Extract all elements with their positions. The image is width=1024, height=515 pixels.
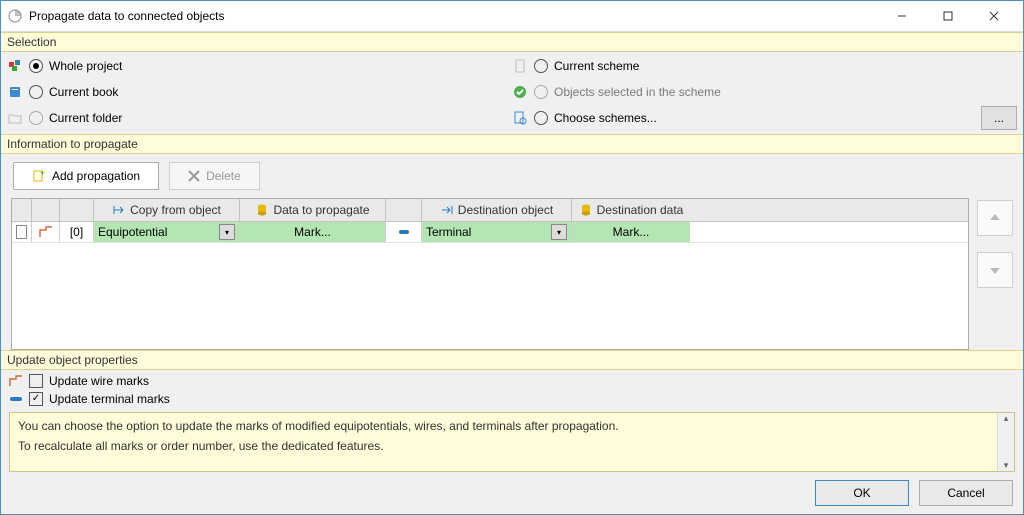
arrow-right-start-icon — [112, 203, 126, 217]
col-type — [32, 199, 60, 221]
dropdown-icon[interactable]: ▾ — [551, 224, 567, 240]
radio-objects-selected — [534, 85, 548, 99]
radio-current-scheme[interactable] — [534, 59, 548, 73]
cell-dest-icon — [386, 222, 422, 242]
grid-header: Copy from object Data to propagate Desti… — [12, 199, 968, 222]
add-propagation-button[interactable]: + Add propagation — [13, 162, 159, 190]
app-icon — [7, 8, 23, 24]
selection-area: Whole project Current book Current folde… — [1, 52, 1023, 134]
label-current-scheme: Current scheme — [554, 59, 639, 73]
search-document-icon — [512, 110, 528, 126]
dialog-window: Propagate data to connected objects Sele… — [0, 0, 1024, 515]
add-propagation-label: Add propagation — [52, 169, 140, 183]
terminal-icon — [9, 395, 23, 403]
titlebar: Propagate data to connected objects — [1, 1, 1023, 32]
database-icon — [579, 203, 593, 217]
selection-header: Selection — [1, 32, 1023, 52]
col-copy-from[interactable]: Copy from object — [94, 199, 240, 221]
add-icon: + — [32, 169, 46, 183]
ellipsis-label: ... — [994, 111, 1004, 125]
col-copy-from-label: Copy from object — [130, 203, 221, 217]
dialog-footer: OK Cancel — [1, 472, 1023, 514]
cell-copy-from[interactable]: Equipotential ▾ — [94, 222, 240, 242]
col-data-to-prop[interactable]: Data to propagate — [240, 199, 386, 221]
project-icon — [7, 58, 23, 74]
col-dest-data[interactable]: Destination data — [572, 199, 690, 221]
cell-data-to-prop-value: Mark... — [294, 225, 331, 239]
window-title: Propagate data to connected objects — [29, 9, 879, 23]
wire-icon — [9, 375, 23, 387]
propagation-grid[interactable]: Copy from object Data to propagate Desti… — [11, 198, 969, 350]
col-dest-data-label: Destination data — [597, 203, 684, 217]
notice-line1: You can choose the option to update the … — [18, 419, 1006, 433]
database-icon — [255, 203, 269, 217]
cell-dest-data-value: Mark... — [613, 225, 650, 239]
update-area: Update wire marks Update terminal marks — [1, 370, 1023, 412]
col-index — [60, 199, 94, 221]
update-header: Update object properties — [1, 350, 1023, 370]
label-choose-schemes: Choose schemes... — [554, 111, 657, 125]
window-buttons — [879, 2, 1017, 30]
label-objects-selected: Objects selected in the scheme — [554, 85, 721, 99]
arrow-right-end-icon — [440, 203, 454, 217]
folder-icon — [7, 110, 23, 126]
label-whole-project: Whole project — [49, 59, 122, 73]
radio-current-folder[interactable] — [29, 111, 43, 125]
radio-whole-project[interactable] — [29, 59, 43, 73]
grid-wrap: Copy from object Data to propagate Desti… — [1, 198, 1023, 350]
close-button[interactable] — [971, 2, 1017, 30]
radio-current-book[interactable] — [29, 85, 43, 99]
delete-label: Delete — [206, 169, 241, 183]
cell-dest-obj-value: Terminal — [426, 225, 471, 239]
col-dest-obj-label: Destination object — [458, 203, 553, 217]
minimize-button[interactable] — [879, 2, 925, 30]
col-spacer — [386, 199, 422, 221]
notice-scrollbar[interactable]: ▴▾ — [997, 413, 1014, 471]
cancel-label: Cancel — [947, 486, 984, 500]
label-wire-marks: Update wire marks — [49, 374, 149, 388]
row-index: [0] — [60, 222, 94, 242]
cell-copy-from-value: Equipotential — [98, 225, 167, 239]
info-toolbar: + Add propagation Delete — [1, 154, 1023, 198]
label-current-book: Current book — [49, 85, 118, 99]
move-up-button[interactable] — [977, 200, 1013, 236]
svg-text:+: + — [40, 169, 45, 178]
cell-data-to-prop[interactable]: Mark... — [240, 222, 386, 242]
move-down-button[interactable] — [977, 252, 1013, 288]
col-data-to-prop-label: Data to propagate — [273, 203, 369, 217]
cell-dest-data[interactable]: Mark... — [572, 222, 690, 242]
ok-label: OK — [853, 486, 870, 500]
delete-icon — [188, 170, 200, 182]
row-checkbox[interactable] — [12, 222, 32, 242]
choose-schemes-browse-button[interactable]: ... — [981, 106, 1017, 130]
info-area: + Add propagation Delete Copy from objec… — [1, 154, 1023, 350]
document-icon — [512, 58, 528, 74]
scroll-up-icon[interactable]: ▴ — [1004, 413, 1009, 424]
label-terminal-marks: Update terminal marks — [49, 392, 170, 406]
label-current-folder: Current folder — [49, 111, 122, 125]
checkbox-wire-marks[interactable] — [29, 374, 43, 388]
col-dest-obj[interactable]: Destination object — [422, 199, 572, 221]
information-header: Information to propagate — [1, 134, 1023, 154]
reorder-arrows — [977, 198, 1013, 342]
info-notice: You can choose the option to update the … — [9, 412, 1015, 472]
dropdown-icon[interactable]: ▾ — [219, 224, 235, 240]
ok-button[interactable]: OK — [815, 480, 909, 506]
checkbox-terminal-marks[interactable] — [29, 392, 43, 406]
cancel-button[interactable]: Cancel — [919, 480, 1013, 506]
maximize-button[interactable] — [925, 2, 971, 30]
book-icon — [7, 84, 23, 100]
notice-line2: To recalculate all marks or order number… — [18, 439, 1006, 453]
col-checkbox — [12, 199, 32, 221]
table-row[interactable]: [0] Equipotential ▾ Mark... Terminal ▾ M — [12, 222, 968, 243]
scroll-down-icon[interactable]: ▾ — [1004, 460, 1009, 471]
cell-dest-obj[interactable]: Terminal ▾ — [422, 222, 572, 242]
check-icon — [512, 84, 528, 100]
row-type-icon — [32, 222, 60, 242]
delete-button[interactable]: Delete — [169, 162, 260, 190]
radio-choose-schemes[interactable] — [534, 111, 548, 125]
